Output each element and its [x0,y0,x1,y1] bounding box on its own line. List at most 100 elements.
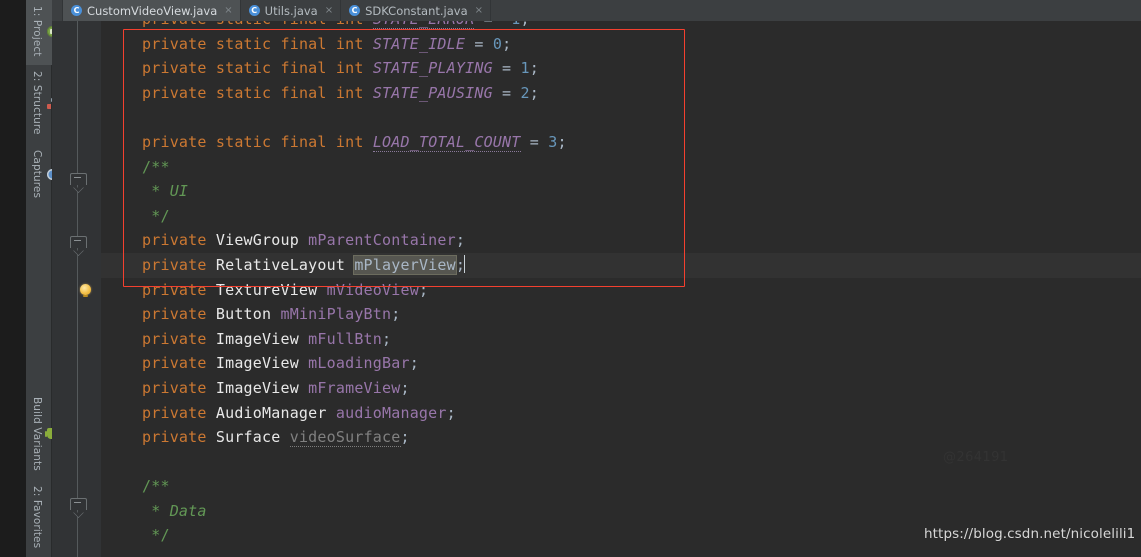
code-token: int [336,21,373,28]
code-token: mFrameView [308,378,401,397]
code-token: mPlayerView [354,255,456,274]
tab-label: CustomVideoView.java [87,3,218,18]
tab-label: SDKConstant.java [365,3,468,18]
code-line[interactable]: /** [101,474,1141,499]
code-token: STATE_PLAYING [372,59,493,78]
java-class-icon: C [349,5,361,16]
code-token: ; [529,83,539,102]
code-token: static [216,21,281,28]
code-token: 1 [520,59,530,78]
code-token: ImageView [215,378,309,397]
code-token: ; [529,59,539,78]
code-line[interactable]: private static final int STATE_IDLE = 0; [101,32,1141,57]
code-token: ; [409,354,419,373]
code-line[interactable]: private Surface videoSurface; [101,425,1141,450]
sidebar-item-label: Captures [31,150,43,199]
close-icon[interactable]: × [224,5,232,16]
code-token: ; [418,280,429,299]
code-line[interactable]: private static final int STATE_PAUSING =… [101,81,1141,106]
tab-utils[interactable]: C Utils.java × [240,0,342,21]
code-token: private [142,132,216,151]
code-token: private [142,231,216,250]
code-line[interactable]: private static final int LOAD_TOTAL_COUN… [101,130,1141,155]
code-token: ; [455,231,466,250]
code-token: static [215,83,281,102]
code-token: mLoadingBar [308,354,410,373]
code-token: Button [215,305,281,324]
code-token: RelativeLayout [215,255,355,274]
code-content[interactable]: private static final int STATE_ERROR = -… [101,21,1141,557]
code-line[interactable] [101,105,1141,130]
code-token: private [142,83,216,102]
code-line[interactable]: * Data [101,499,1141,524]
code-token: = [465,34,493,53]
code-token: final [280,34,336,53]
fold-marker-region[interactable] [70,236,87,251]
code-token: STATE_ERROR [372,21,475,29]
code-token: 2 [520,83,530,102]
code-token: int [335,34,373,53]
code-line[interactable]: private ImageView mFullBtn; [101,327,1141,352]
code-token: private [142,305,216,324]
code-token: 0 [492,34,503,53]
tab-custom-video-view[interactable]: C CustomVideoView.java × [63,0,241,21]
sidebar-item-label: Build Variants [31,397,43,471]
code-token: private [142,21,216,28]
code-token: videoSurface [289,428,401,448]
code-line[interactable]: * UI [101,179,1141,204]
code-line[interactable]: private TextureView mVideoView; [101,278,1141,303]
code-token: static [215,34,281,53]
close-icon[interactable]: × [475,5,483,16]
code-token: int [335,83,373,102]
code-token: final [280,83,336,102]
code-line[interactable]: private static final int STATE_ERROR = -… [101,21,1141,32]
sidebar-item-label: 1: Project [31,6,43,57]
code-token: final [280,59,336,78]
close-icon[interactable]: × [325,5,333,16]
sidebar-item-label: 2: Structure [31,71,43,136]
code-token: * Data [142,501,207,520]
code-token: mParentContainer [308,231,456,250]
code-token: private [142,34,216,53]
fold-marker-javadoc-ui[interactable] [70,173,87,188]
code-line[interactable]: private RelativeLayout mPlayerView; [101,252,1141,278]
code-line[interactable]: private ViewGroup mParentContainer; [101,228,1141,253]
code-token: final [280,21,335,28]
android-studio-window: 1: Project 2: Structure Captures 2: Favo… [0,0,1141,557]
code-token: ; [446,403,456,422]
code-line[interactable]: private Button mMiniPlayBtn; [101,302,1141,327]
code-line[interactable]: private ImageView mLoadingBar; [101,351,1141,376]
left-tool-window-stripe: 1: Project 2: Structure Captures 2: Favo… [26,0,63,557]
intention-bulb-icon[interactable] [80,284,91,297]
code-token: int [335,132,373,151]
sidebar-item-label: 2: Favorites [31,485,43,548]
code-token: private [142,59,216,78]
code-token: = [492,83,521,102]
text-caret [464,254,466,273]
code-token: Surface [215,428,290,447]
code-line[interactable]: private AudioManager audioManager; [101,401,1141,426]
code-line[interactable]: private ImageView mFrameView; [101,376,1141,401]
code-token: private [142,378,216,397]
code-token: ; [382,329,392,348]
editor-gutter[interactable] [52,21,101,557]
code-token: mVideoView [326,280,419,299]
code-token: final [280,132,336,151]
editor-area: C CustomVideoView.java × C Utils.java × … [52,0,1141,557]
code-token: = [474,21,502,28]
code-token: mMiniPlayBtn [280,305,392,324]
code-token: STATE_PAUSING [372,83,493,102]
code-token: private [142,403,216,422]
code-token: ; [521,21,530,28]
code-line[interactable]: private static final int STATE_PLAYING =… [101,56,1141,81]
code-token: private [142,354,216,373]
code-token: private [142,280,216,299]
code-token: -1 [502,21,520,28]
fold-marker-javadoc-data[interactable] [70,498,87,513]
tab-sdk-constant[interactable]: C SDKConstant.java × [341,0,492,21]
code-editor[interactable]: private static final int STATE_ERROR = -… [52,21,1141,557]
code-line[interactable]: /** [101,155,1141,180]
code-line[interactable]: */ [101,204,1141,229]
code-token: ImageView [215,354,309,373]
code-token: /** [142,157,170,176]
